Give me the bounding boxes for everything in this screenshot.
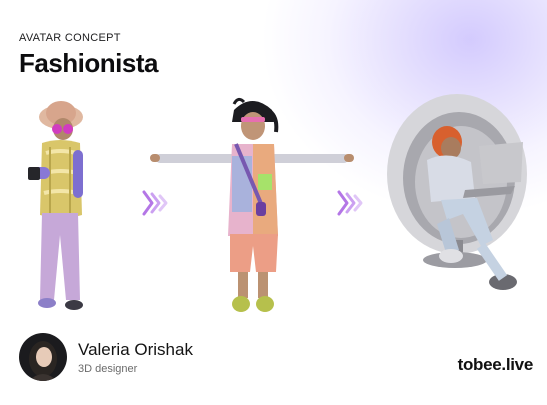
triple-chevron-right-icon [337, 190, 363, 216]
avatar-t-pose-icon [150, 97, 354, 312]
avatar-egg-chair-laptop-icon [387, 94, 527, 290]
avatar [19, 333, 67, 381]
designer-portrait-icon [19, 333, 67, 381]
designer-name: Valeria Orishak [78, 339, 193, 359]
avatar-standing-icon [28, 101, 83, 310]
designer-role: 3D designer [78, 362, 138, 375]
brand-logo[interactable]: tobee.live [458, 355, 534, 375]
designer-card: Valeria Orishak 3D designer [19, 333, 193, 381]
header: AVATAR CONCEPT Fashionista [19, 32, 158, 79]
page-title: Fashionista [19, 48, 158, 78]
avatar-stage [0, 90, 547, 330]
eyebrow-label: AVATAR CONCEPT [19, 32, 121, 44]
designer-info: Valeria Orishak 3D designer [78, 340, 193, 375]
